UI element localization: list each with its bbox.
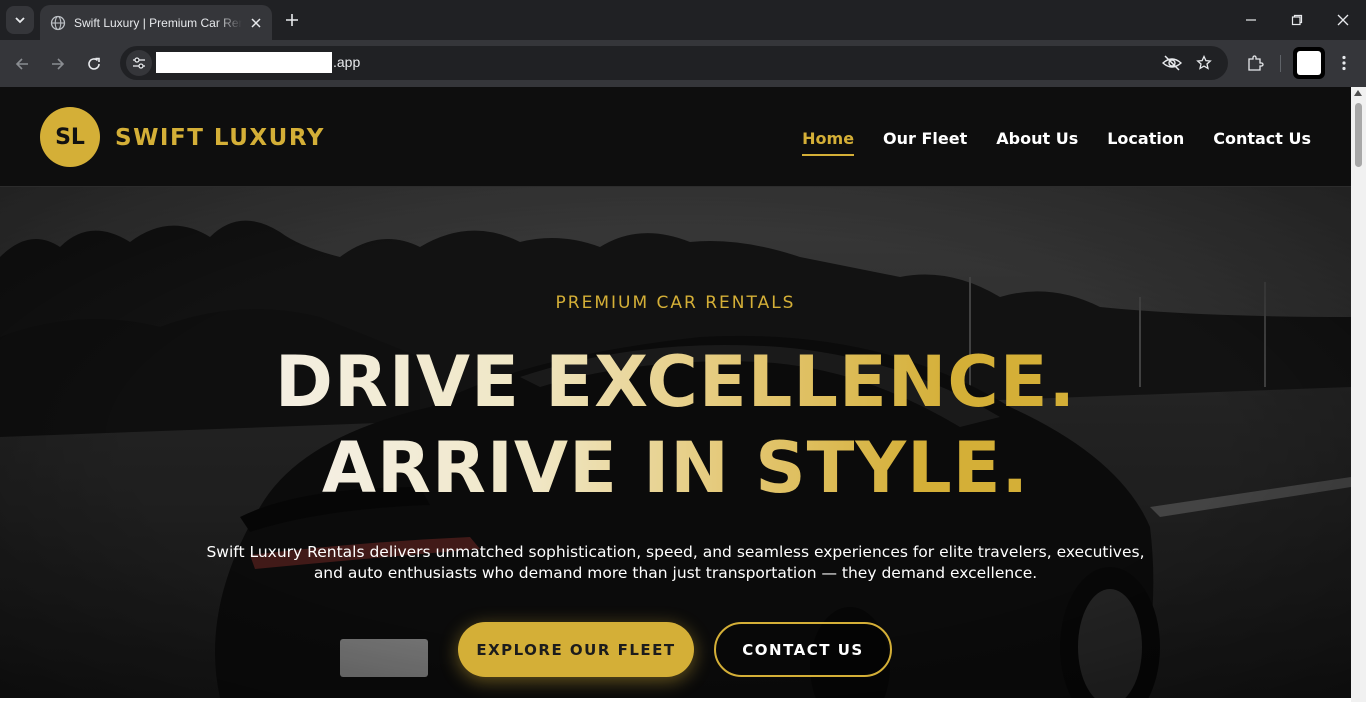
eye-off-icon[interactable] xyxy=(1161,52,1183,74)
contact-us-button[interactable]: CONTACT US xyxy=(714,622,892,677)
hero-section: PREMIUM CAR RENTALS DRIVE EXCELLENCE. AR… xyxy=(0,187,1351,698)
logo-badge[interactable]: SL xyxy=(40,107,100,167)
new-tab-button[interactable] xyxy=(282,10,302,30)
close-icon xyxy=(1337,14,1349,26)
nav-our-fleet[interactable]: Our Fleet xyxy=(883,129,967,148)
nav-location[interactable]: Location xyxy=(1107,129,1184,148)
forward-button[interactable] xyxy=(46,52,70,76)
close-window-button[interactable] xyxy=(1331,8,1355,32)
hero-eyebrow: PREMIUM CAR RENTALS xyxy=(555,293,796,313)
browser-tab-active[interactable]: Swift Luxury | Premium Car Rentals xyxy=(40,5,272,40)
url-redacted xyxy=(156,52,332,73)
nav-home[interactable]: Home xyxy=(802,129,854,156)
hero-content: PREMIUM CAR RENTALS DRIVE EXCELLENCE. AR… xyxy=(0,187,1351,698)
arrow-right-icon xyxy=(52,58,65,70)
bottom-edge xyxy=(0,698,1351,702)
url-text: .app xyxy=(333,54,361,70)
logo-text[interactable]: SWIFT LUXURY xyxy=(115,125,325,151)
chevron-down-icon xyxy=(15,17,25,24)
restore-button[interactable] xyxy=(1285,8,1309,32)
more-menu-icon[interactable] xyxy=(1332,51,1356,75)
tune-icon xyxy=(133,57,145,69)
minimize-button[interactable] xyxy=(1239,8,1263,32)
hero-headline-line-1: DRIVE EXCELLENCE. xyxy=(274,341,1077,423)
page-viewport: SL SWIFT LUXURY Home Our Fleet About Us … xyxy=(0,87,1351,698)
back-button[interactable] xyxy=(10,52,34,76)
browser-toolbar: .app xyxy=(0,40,1366,87)
restore-icon xyxy=(1291,14,1303,26)
address-bar[interactable]: .app xyxy=(120,46,1228,80)
extensions-icon[interactable] xyxy=(1243,51,1267,75)
reload-icon xyxy=(88,57,100,70)
explore-fleet-button[interactable]: EXPLORE OUR FLEET xyxy=(458,622,694,677)
toolbar-divider xyxy=(1280,55,1281,72)
nav-contact-us[interactable]: Contact Us xyxy=(1213,129,1311,148)
nav-about-us[interactable]: About Us xyxy=(996,129,1078,148)
tab-title: Swift Luxury | Premium Car Rentals xyxy=(74,15,242,30)
star-icon[interactable] xyxy=(1193,52,1215,74)
hero-description: Swift Luxury Rentals delivers unmatched … xyxy=(206,543,1145,582)
hero-headline-line-2: ARRIVE IN STYLE. xyxy=(321,427,1030,509)
main-nav: Home Our Fleet About Us Location Contact… xyxy=(802,129,1311,156)
site-header: SL SWIFT LUXURY Home Our Fleet About Us … xyxy=(0,87,1351,187)
tab-strip: Swift Luxury | Premium Car Rentals xyxy=(0,0,1366,40)
profile-avatar[interactable] xyxy=(1293,47,1325,79)
page-scrollbar[interactable] xyxy=(1351,87,1366,702)
close-icon[interactable] xyxy=(248,15,264,31)
plus-icon xyxy=(286,14,298,26)
globe-icon xyxy=(50,15,66,31)
tab-search-button[interactable] xyxy=(6,6,34,34)
reload-button[interactable] xyxy=(82,52,106,76)
scrollbar-thumb[interactable] xyxy=(1355,103,1362,167)
site-info-button[interactable] xyxy=(126,50,152,76)
scroll-up-arrow-icon[interactable] xyxy=(1354,90,1362,96)
minimize-icon xyxy=(1246,19,1256,21)
arrow-left-icon xyxy=(15,58,28,70)
